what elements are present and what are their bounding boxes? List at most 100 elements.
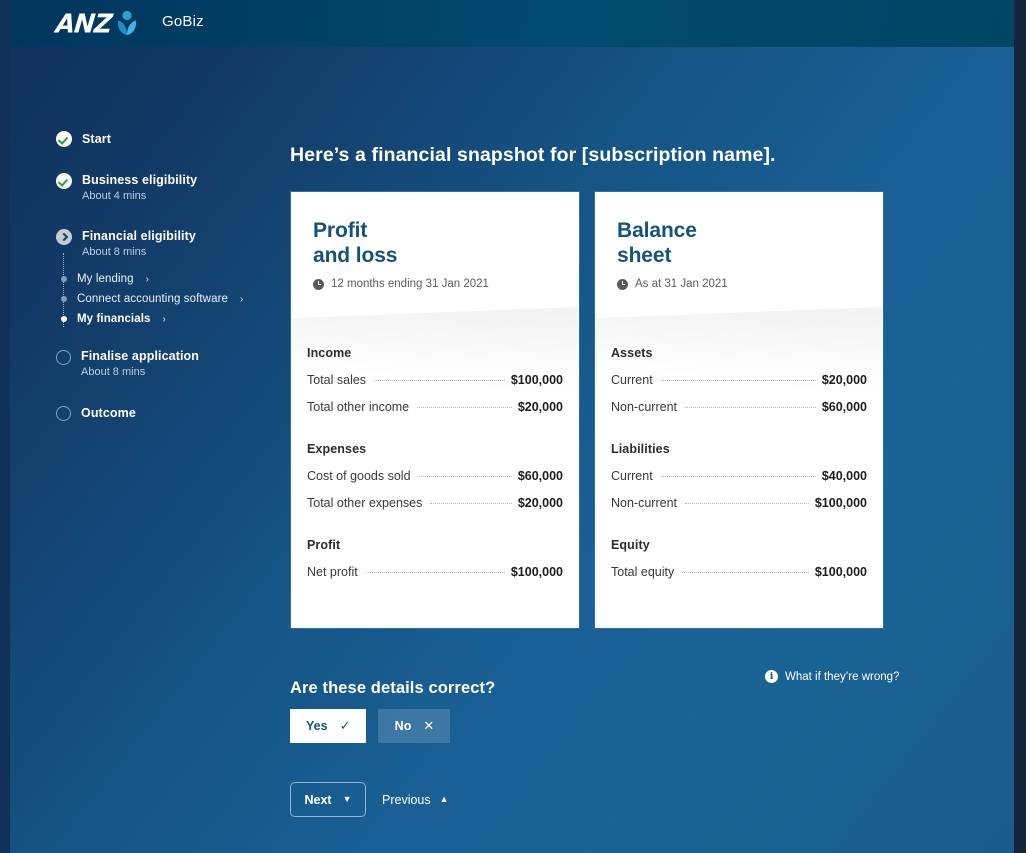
sidebar-step-label: Business eligibility (82, 173, 198, 187)
no-label: No (394, 719, 412, 733)
check-circle-icon (56, 131, 72, 147)
sidebar-substep-my-lending[interactable]: My lending › (56, 269, 276, 289)
row-value: $40,000 (821, 469, 867, 483)
sidebar-step-label: Outcome (81, 406, 136, 420)
leader-dots (374, 380, 505, 381)
row-label: Current (611, 469, 653, 483)
card-period-text: 12 months ending 31 Jan 2021 (331, 278, 489, 290)
check-icon: ✓ (339, 718, 351, 733)
chevron-right-icon: › (162, 313, 166, 325)
leader-dots (660, 380, 816, 381)
card-title-line-1: Balance (617, 219, 697, 242)
next-button[interactable]: Next ▼ (290, 782, 366, 817)
row-value: $60,000 (517, 469, 563, 483)
financial-row: Net profit $100,000 (307, 565, 563, 579)
balance-sheet-card: Balance sheet As at 31 Jan 2021 Assets C… (594, 191, 884, 629)
previous-button[interactable]: Previous ▲ (378, 793, 453, 807)
financial-row: Cost of goods sold $60,000 (307, 469, 563, 483)
card-section-profit: Profit Net profit $100,000 (307, 538, 563, 579)
sidebar-step-outcome[interactable]: Outcome (56, 404, 276, 422)
section-heading: Income (307, 346, 352, 360)
card-section-expenses: Expenses Cost of goods sold $60,000 Tota… (307, 442, 563, 510)
leader-dots (660, 476, 816, 477)
right-edge-strip (1014, 0, 1026, 853)
section-heading: Assets (611, 346, 653, 360)
financial-row: Total equity $100,000 (611, 565, 867, 579)
left-edge-strip (0, 0, 10, 853)
sidebar-step-duration: About 8 mins (82, 246, 147, 258)
leader-dots (430, 503, 512, 504)
leader-dots (365, 572, 505, 573)
financial-row: Current $20,000 (611, 373, 867, 387)
leader-dots (418, 476, 512, 477)
sidebar-substep-label: My lending (77, 273, 134, 285)
row-value: $20,000 (517, 496, 563, 510)
row-label: Current (611, 373, 653, 387)
wizard-nav: Next ▼ Previous ▲ (290, 782, 453, 817)
leader-dots (682, 572, 809, 573)
what-if-wrong-link[interactable]: i What if they’re wrong? (765, 670, 899, 683)
sidebar-step-start[interactable]: Start (56, 130, 276, 148)
sidebar-substep-my-financials[interactable]: My financials › (56, 309, 276, 329)
no-button[interactable]: No ✕ (378, 709, 451, 743)
row-value: $100,000 (510, 373, 563, 387)
sidebar-step-business-eligibility[interactable]: Business eligibility About 4 mins (56, 172, 276, 204)
next-label: Next (304, 792, 332, 807)
sidebar-step-finalise-application[interactable]: Finalise application About 8 mins (56, 348, 276, 380)
row-value: $60,000 (821, 400, 867, 414)
row-label: Cost of goods sold (307, 469, 411, 483)
chevron-right-icon: › (145, 273, 149, 285)
card-period: 12 months ending 31 Jan 2021 (313, 278, 557, 290)
row-label: Total equity (611, 565, 675, 579)
info-icon: i (765, 670, 778, 683)
leader-dots (685, 503, 809, 504)
card-section-assets: Assets Current $20,000 Non-current $60,0… (611, 346, 867, 414)
card-section-income: Income Total sales $100,000 Total other … (307, 346, 563, 414)
leader-dots (685, 407, 816, 408)
card-section-liabilities: Liabilities Current $40,000 Non-current … (611, 442, 867, 510)
sidebar-substep-list: My lending › Connect accounting software… (56, 253, 276, 329)
bullet-dot-icon (61, 316, 67, 322)
sidebar-step-financial-eligibility[interactable]: Financial eligibility About 8 mins (56, 228, 276, 260)
row-label: Total other expenses (307, 496, 423, 510)
sidebar-step-label: Finalise application (81, 349, 199, 363)
sidebar-substep-connect-accounting-software[interactable]: Connect accounting software › (56, 289, 276, 309)
row-label: Total sales (307, 373, 367, 387)
chevron-right-circle-icon (56, 229, 72, 245)
card-title-line-1: Profit (313, 219, 368, 242)
row-label: Non-current (611, 400, 677, 414)
sidebar-step-duration: About 8 mins (81, 366, 146, 378)
anz-logo[interactable]: ANZ (54, 7, 140, 39)
empty-circle-icon (56, 406, 71, 421)
sidebar-step-duration: About 4 mins (82, 190, 147, 202)
financial-row: Total other expenses $20,000 (307, 496, 563, 510)
anz-wordmark: ANZ (54, 7, 113, 39)
row-value: $20,000 (821, 373, 867, 387)
row-label: Total other income (307, 400, 410, 414)
bullet-dot-icon (61, 276, 67, 282)
confirm-choice-group: Yes ✓ No ✕ (290, 709, 451, 743)
chevron-up-icon: ▲ (439, 794, 449, 804)
financial-row: Non-current $60,000 (611, 400, 867, 414)
sidebar-step-label: Start (82, 132, 111, 146)
yes-button[interactable]: Yes ✓ (290, 709, 367, 743)
sidebar-substep-label: Connect accounting software (77, 293, 229, 305)
bullet-dot-icon (61, 296, 67, 302)
check-circle-icon (56, 173, 72, 189)
product-name-gobiz: GoBiz (162, 13, 204, 30)
card-section-equity: Equity Total equity $100,000 (611, 538, 867, 579)
profit-and-loss-card: Profit and loss 12 months ending 31 Jan … (290, 191, 580, 629)
confirm-question: Are these details correct? (290, 678, 496, 697)
section-heading: Equity (611, 538, 650, 552)
leader-dots (417, 407, 512, 408)
what-if-wrong-label: What if they’re wrong? (785, 670, 900, 683)
yes-label: Yes (306, 719, 328, 733)
sidebar-step-label: Financial eligibility (82, 229, 196, 243)
